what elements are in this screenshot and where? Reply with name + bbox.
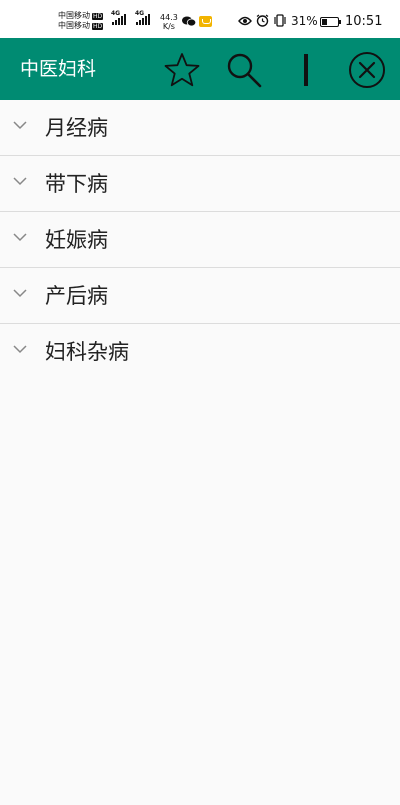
favorite-button[interactable] [162, 50, 202, 90]
app-title: 中医妇科 [20, 58, 97, 80]
vibrate-icon [274, 14, 286, 27]
close-button[interactable] [347, 50, 387, 90]
net-speed-unit: K/s [162, 22, 175, 31]
status-bar: 中国移动 HD 中国移动 HD 4G 4G 44.3 K/s 31% 10:51 [0, 0, 400, 38]
list-item[interactable]: 带下病 [0, 156, 400, 212]
list-item-label: 带下病 [45, 172, 108, 196]
list-item-label: 产后病 [45, 284, 108, 308]
cursor-button[interactable] [286, 50, 326, 90]
wechat-icon [182, 16, 196, 27]
hd-badge-2: HD [92, 22, 104, 30]
eye-icon [238, 16, 252, 25]
battery-icon [320, 17, 341, 27]
list-item[interactable]: 妊娠病 [0, 212, 400, 268]
list-item[interactable]: 月经病 [0, 100, 400, 156]
list-item-label: 妊娠病 [45, 228, 108, 252]
chevron-down-icon [13, 289, 27, 298]
category-list: 月经病 带下病 妊娠病 产后病 妇科杂病 [0, 100, 400, 380]
carrier-1: 中国移动 [58, 11, 90, 20]
list-item-label: 妇科杂病 [45, 340, 129, 364]
close-circle-icon [349, 52, 385, 88]
list-item[interactable]: 妇科杂病 [0, 324, 400, 380]
hd-badge-1: HD [92, 12, 104, 20]
chevron-down-icon [13, 177, 27, 186]
status-time: 10:51 [345, 14, 383, 29]
search-icon [227, 53, 262, 88]
star-icon [164, 53, 200, 87]
alarm-icon [256, 14, 269, 27]
network-speed: 44.3 K/s [160, 13, 178, 31]
signal-icon-2: 4G [135, 10, 150, 25]
signal-icon-1: 4G [111, 10, 126, 25]
chevron-down-icon [13, 233, 27, 242]
chevron-down-icon [13, 121, 27, 130]
carrier-info: 中国移动 HD 中国移动 HD [58, 11, 104, 31]
cursor-icon [304, 54, 308, 86]
system-icons [238, 14, 287, 27]
list-item-label: 月经病 [45, 116, 108, 140]
carrier-2: 中国移动 [58, 21, 90, 30]
battery-percent: 31% [291, 14, 318, 28]
list-item[interactable]: 产后病 [0, 268, 400, 324]
message-notification-icon [199, 16, 212, 27]
net-speed-value: 44.3 [160, 13, 178, 22]
app-toolbar: 中医妇科 [0, 38, 400, 100]
search-button[interactable] [224, 50, 264, 90]
chevron-down-icon [13, 345, 27, 354]
